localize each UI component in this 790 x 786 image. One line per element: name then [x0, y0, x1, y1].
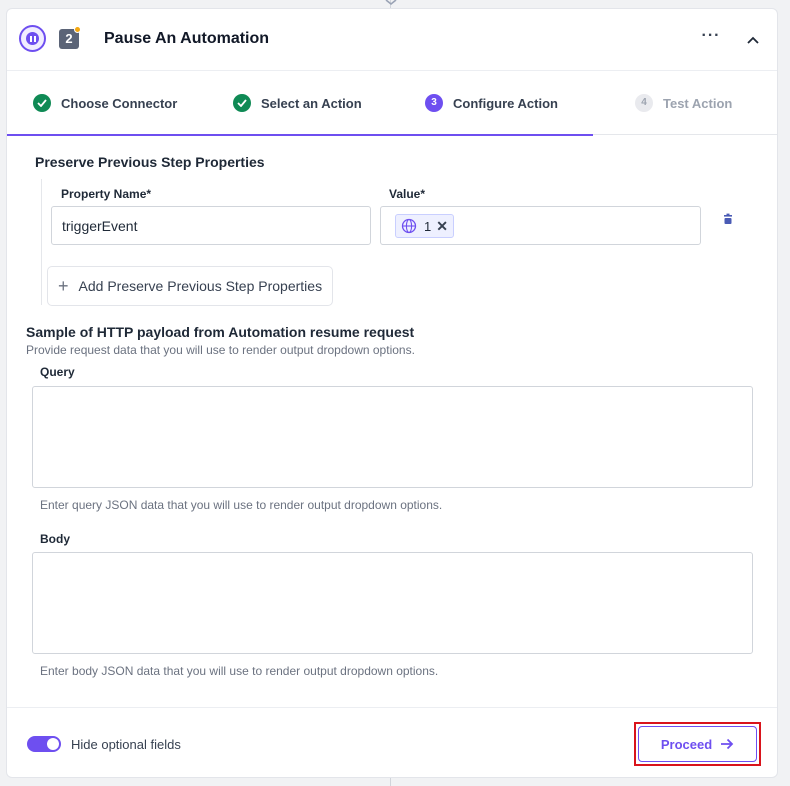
chip-text: 1 — [424, 218, 432, 234]
body-hint: Enter body JSON data that you will use t… — [40, 664, 439, 678]
tab-configure-action[interactable]: 3 Configure Action — [399, 71, 593, 136]
query-hint: Enter query JSON data that you will use … — [40, 498, 443, 512]
tab-test-action[interactable]: 4 Test Action — [609, 71, 777, 135]
tab-select-action[interactable]: Select an Action — [199, 71, 399, 136]
warning-dot — [74, 26, 81, 33]
card-footer: Hide optional fields Proceed — [7, 707, 777, 777]
page-title: Pause An Automation — [104, 30, 270, 47]
add-preserve-property-button[interactable]: + Add Preserve Previous Step Properties — [47, 266, 334, 306]
value-label: Value* — [389, 187, 426, 201]
value-chip: 1 ✕ — [395, 214, 454, 238]
tab-progress-bar — [399, 134, 593, 136]
body-textarea[interactable] — [32, 552, 753, 654]
step-tabs: Choose Connector Select an Action 3 Conf… — [7, 71, 777, 136]
globe-icon — [401, 218, 417, 234]
preserve-section-title: Preserve Previous Step Properties — [35, 154, 265, 170]
tab-progress-bar — [199, 134, 399, 136]
plus-icon: + — [58, 275, 69, 296]
tab-label: Test Action — [663, 95, 733, 111]
group-rail — [41, 179, 42, 305]
property-name-label: Property Name* — [61, 187, 152, 201]
proceed-button-label: Proceed — [660, 736, 713, 752]
payload-section-description: Provide request data that you will use t… — [26, 343, 415, 357]
query-textarea[interactable] — [32, 386, 753, 488]
payload-section-title: Sample of HTTP payload from Automation r… — [26, 324, 415, 340]
tab-label: Choose Connector — [61, 95, 178, 111]
chevron-down-icon — [385, 0, 397, 6]
chevron-up-icon[interactable] — [743, 31, 763, 49]
value-input[interactable]: 1 ✕ — [380, 206, 701, 245]
tab-label: Configure Action — [453, 95, 558, 111]
add-button-label: Add Preserve Previous Step Properties — [78, 278, 323, 294]
check-circle-icon — [233, 94, 251, 112]
tab-label: Select an Action — [261, 95, 362, 111]
tab-progress-bar — [7, 134, 199, 136]
body-label: Body — [40, 532, 70, 546]
query-label: Query — [40, 365, 75, 379]
remove-chip-icon[interactable]: ✕ — [436, 218, 448, 235]
toggle-knob — [47, 738, 59, 750]
pause-app-icon — [19, 25, 46, 52]
check-circle-icon — [33, 94, 51, 112]
toggle-label: Hide optional fields — [71, 737, 181, 752]
pause-icon — [26, 32, 39, 45]
arrow-right-icon — [721, 738, 734, 750]
hide-optional-fields-toggle[interactable] — [27, 736, 61, 752]
step-number-icon: 4 — [635, 94, 653, 112]
trash-icon[interactable] — [721, 213, 735, 227]
step-number-icon: 3 — [425, 94, 443, 112]
more-options-icon[interactable]: ··· — [699, 28, 723, 47]
card-header: 2 Pause An Automation ··· — [7, 9, 777, 71]
tab-choose-connector[interactable]: Choose Connector — [7, 71, 199, 136]
step-card: 2 Pause An Automation ··· Choose Connect… — [6, 8, 778, 778]
property-name-input[interactable] — [51, 206, 371, 245]
proceed-button[interactable]: Proceed — [638, 726, 757, 762]
